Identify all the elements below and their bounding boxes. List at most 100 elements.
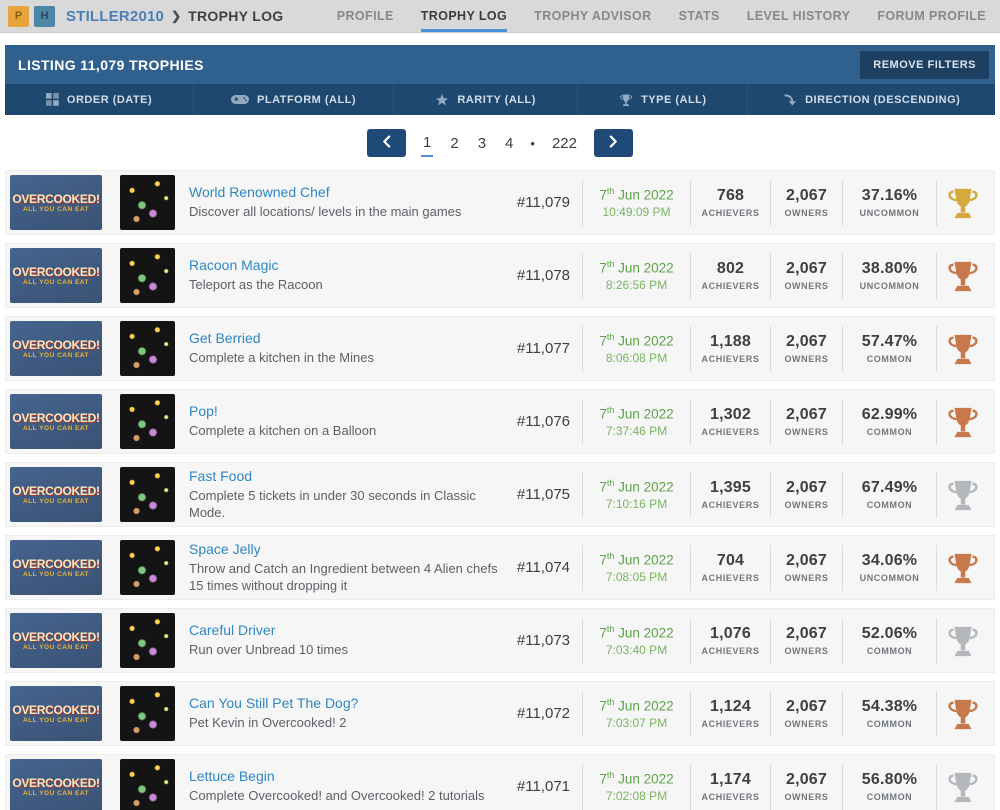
game-thumbnail[interactable]: OVERCOOKED! ALL YOU CAN EAT xyxy=(10,686,102,741)
game-thumbnail[interactable]: OVERCOOKED! ALL YOU CAN EAT xyxy=(10,248,102,303)
trophy-thumbnail[interactable] xyxy=(120,613,175,668)
nav-forum-profile[interactable]: FORUM PROFILE xyxy=(877,0,986,32)
trophy-title-link[interactable]: Racoon Magic xyxy=(189,257,508,273)
filter-type[interactable]: TYPE (ALL) xyxy=(577,84,747,115)
trophy-thumbnail[interactable] xyxy=(120,248,175,303)
achievers-cell: 1,174 ACHIEVERS xyxy=(690,763,770,810)
trophy-thumbnail[interactable] xyxy=(120,686,175,741)
trophy-thumbnail[interactable] xyxy=(120,467,175,522)
game-thumbnail[interactable]: OVERCOOKED! ALL YOU CAN EAT xyxy=(10,394,102,449)
page-link-222[interactable]: 222 xyxy=(550,131,579,156)
trophy-row: OVERCOOKED! ALL YOU CAN EAT Lettuce Begi… xyxy=(5,754,995,810)
achievers-cell: 802 ACHIEVERS xyxy=(690,252,770,299)
owners-cell: 2,067 OWNERS xyxy=(770,690,842,737)
nav-stats[interactable]: STATS xyxy=(679,0,720,32)
trophy-title-link[interactable]: Space Jelly xyxy=(189,541,508,557)
trophy-row: OVERCOOKED! ALL YOU CAN EAT Can You Stil… xyxy=(5,681,995,746)
platform-badge-h[interactable]: H xyxy=(34,5,55,27)
earned-time: 7:03:40 PM xyxy=(605,643,668,658)
trophy-title-link[interactable]: Pop! xyxy=(189,403,508,419)
trophy-metal-icon xyxy=(946,331,980,367)
remove-filters-button[interactable]: REMOVE FILTERS xyxy=(860,50,989,79)
earned-time: 7:37:46 PM xyxy=(605,424,668,439)
achievers-count: 1,174 xyxy=(709,771,752,788)
owners-label: OWNERS xyxy=(784,500,829,510)
trophy-description: Run over Unbread 10 times xyxy=(189,642,348,658)
trophy-title-link[interactable]: World Renowned Chef xyxy=(189,184,508,200)
trophy-description: Complete 5 tickets in under 30 seconds i… xyxy=(189,487,476,520)
trophy-thumbnail[interactable] xyxy=(120,394,175,449)
filter-order[interactable]: ORDER (DATE) xyxy=(5,84,193,115)
rarity-percent: 62.99% xyxy=(861,406,918,423)
game-thumbnail[interactable]: OVERCOOKED! ALL YOU CAN EAT xyxy=(10,175,102,230)
filter-direction-label: DIRECTION (DESCENDING) xyxy=(805,93,961,106)
owners-label: OWNERS xyxy=(784,281,829,291)
page-link-4[interactable]: 4 xyxy=(503,131,515,156)
earned-date-cell: 7th Jun 2022 8:26:56 PM xyxy=(582,252,690,299)
game-subtitle-text: ALL YOU CAN EAT xyxy=(22,206,89,213)
trophy-info: Can You Still Pet The Dog? Pet Kevin in … xyxy=(189,695,516,732)
breadcrumb-username[interactable]: STILLER2010 xyxy=(66,8,164,25)
filter-order-label: ORDER (DATE) xyxy=(66,93,153,106)
trophy-thumbnail[interactable] xyxy=(120,175,175,230)
owners-label: OWNERS xyxy=(784,719,829,729)
earned-time: 8:26:56 PM xyxy=(605,278,668,293)
nav-level-history[interactable]: LEVEL HISTORY xyxy=(747,0,851,32)
trophy-metal-icon xyxy=(946,550,980,586)
rarity-label: COMMON xyxy=(866,500,913,510)
nav-trophy-advisor[interactable]: TROPHY ADVISOR xyxy=(534,0,651,32)
rarity-percent: 54.38% xyxy=(861,698,918,715)
game-thumbnail[interactable]: OVERCOOKED! ALL YOU CAN EAT xyxy=(10,613,102,668)
owners-label: OWNERS xyxy=(784,354,829,364)
next-page-button[interactable] xyxy=(593,129,633,157)
page-link-1[interactable]: 1 xyxy=(421,130,434,157)
page-link-3[interactable]: 3 xyxy=(476,131,488,156)
game-thumbnail[interactable]: OVERCOOKED! ALL YOU CAN EAT xyxy=(10,321,102,376)
trophy-metal-cell xyxy=(936,179,988,226)
trophy-info: World Renowned Chef Discover all locatio… xyxy=(189,184,516,221)
trophy-description: Discover all locations/ levels in the ma… xyxy=(189,204,462,220)
rarity-percent: 56.80% xyxy=(861,771,918,788)
nav-trophy-log[interactable]: TROPHY LOG xyxy=(420,0,508,32)
rarity-percent: 37.16% xyxy=(861,187,918,204)
nav-profile[interactable]: PROFILE xyxy=(337,0,394,32)
achievers-cell: 1,302 ACHIEVERS xyxy=(690,398,770,445)
rarity-cell: 67.49% COMMON xyxy=(842,471,936,518)
rarity-label: UNCOMMON xyxy=(859,281,920,291)
achievers-count: 1,124 xyxy=(709,698,752,715)
game-thumbnail[interactable]: OVERCOOKED! ALL YOU CAN EAT xyxy=(10,540,102,595)
filter-rarity[interactable]: RARITY (ALL) xyxy=(393,84,577,115)
trophy-title-link[interactable]: Lettuce Begin xyxy=(189,768,508,784)
page-link-2[interactable]: 2 xyxy=(448,131,460,156)
achievers-cell: 1,188 ACHIEVERS xyxy=(690,325,770,372)
owners-cell: 2,067 OWNERS xyxy=(770,398,842,445)
game-thumbnail[interactable]: OVERCOOKED! ALL YOU CAN EAT xyxy=(10,467,102,522)
trophy-title-link[interactable]: Careful Driver xyxy=(189,622,508,638)
trophy-metal-icon xyxy=(946,696,980,732)
pagination: 1 2 3 4 • 222 xyxy=(0,129,1000,157)
trophy-title-link[interactable]: Get Berried xyxy=(189,330,508,346)
earned-time: 7:08:05 PM xyxy=(605,570,668,585)
platform-badge-p[interactable]: P xyxy=(8,5,29,27)
owners-label: OWNERS xyxy=(784,427,829,437)
trophy-thumbnail[interactable] xyxy=(120,321,175,376)
trophy-rank: #11,071 xyxy=(516,778,570,795)
trophy-row: OVERCOOKED! ALL YOU CAN EAT Racoon Magic… xyxy=(5,243,995,308)
owners-cell: 2,067 OWNERS xyxy=(770,617,842,664)
achievers-cell: 1,076 ACHIEVERS xyxy=(690,617,770,664)
earned-time: 10:49:09 PM xyxy=(602,205,671,220)
rarity-percent: 57.47% xyxy=(861,333,918,350)
game-subtitle-text: ALL YOU CAN EAT xyxy=(22,352,89,359)
trophy-thumbnail[interactable] xyxy=(120,759,175,810)
filter-platform[interactable]: PLATFORM (ALL) xyxy=(193,84,393,115)
game-thumbnail[interactable]: OVERCOOKED! ALL YOU CAN EAT xyxy=(10,759,102,810)
owners-label: OWNERS xyxy=(784,646,829,656)
trophy-info: Get Berried Complete a kitchen in the Mi… xyxy=(189,330,516,367)
owners-count: 2,067 xyxy=(785,260,828,277)
trophy-title-link[interactable]: Can You Still Pet The Dog? xyxy=(189,695,508,711)
earned-date: 7th Jun 2022 xyxy=(599,477,674,495)
prev-page-button[interactable] xyxy=(367,129,407,157)
trophy-thumbnail[interactable] xyxy=(120,540,175,595)
filter-direction[interactable]: DIRECTION (DESCENDING) xyxy=(747,84,995,115)
trophy-title-link[interactable]: Fast Food xyxy=(189,468,508,484)
